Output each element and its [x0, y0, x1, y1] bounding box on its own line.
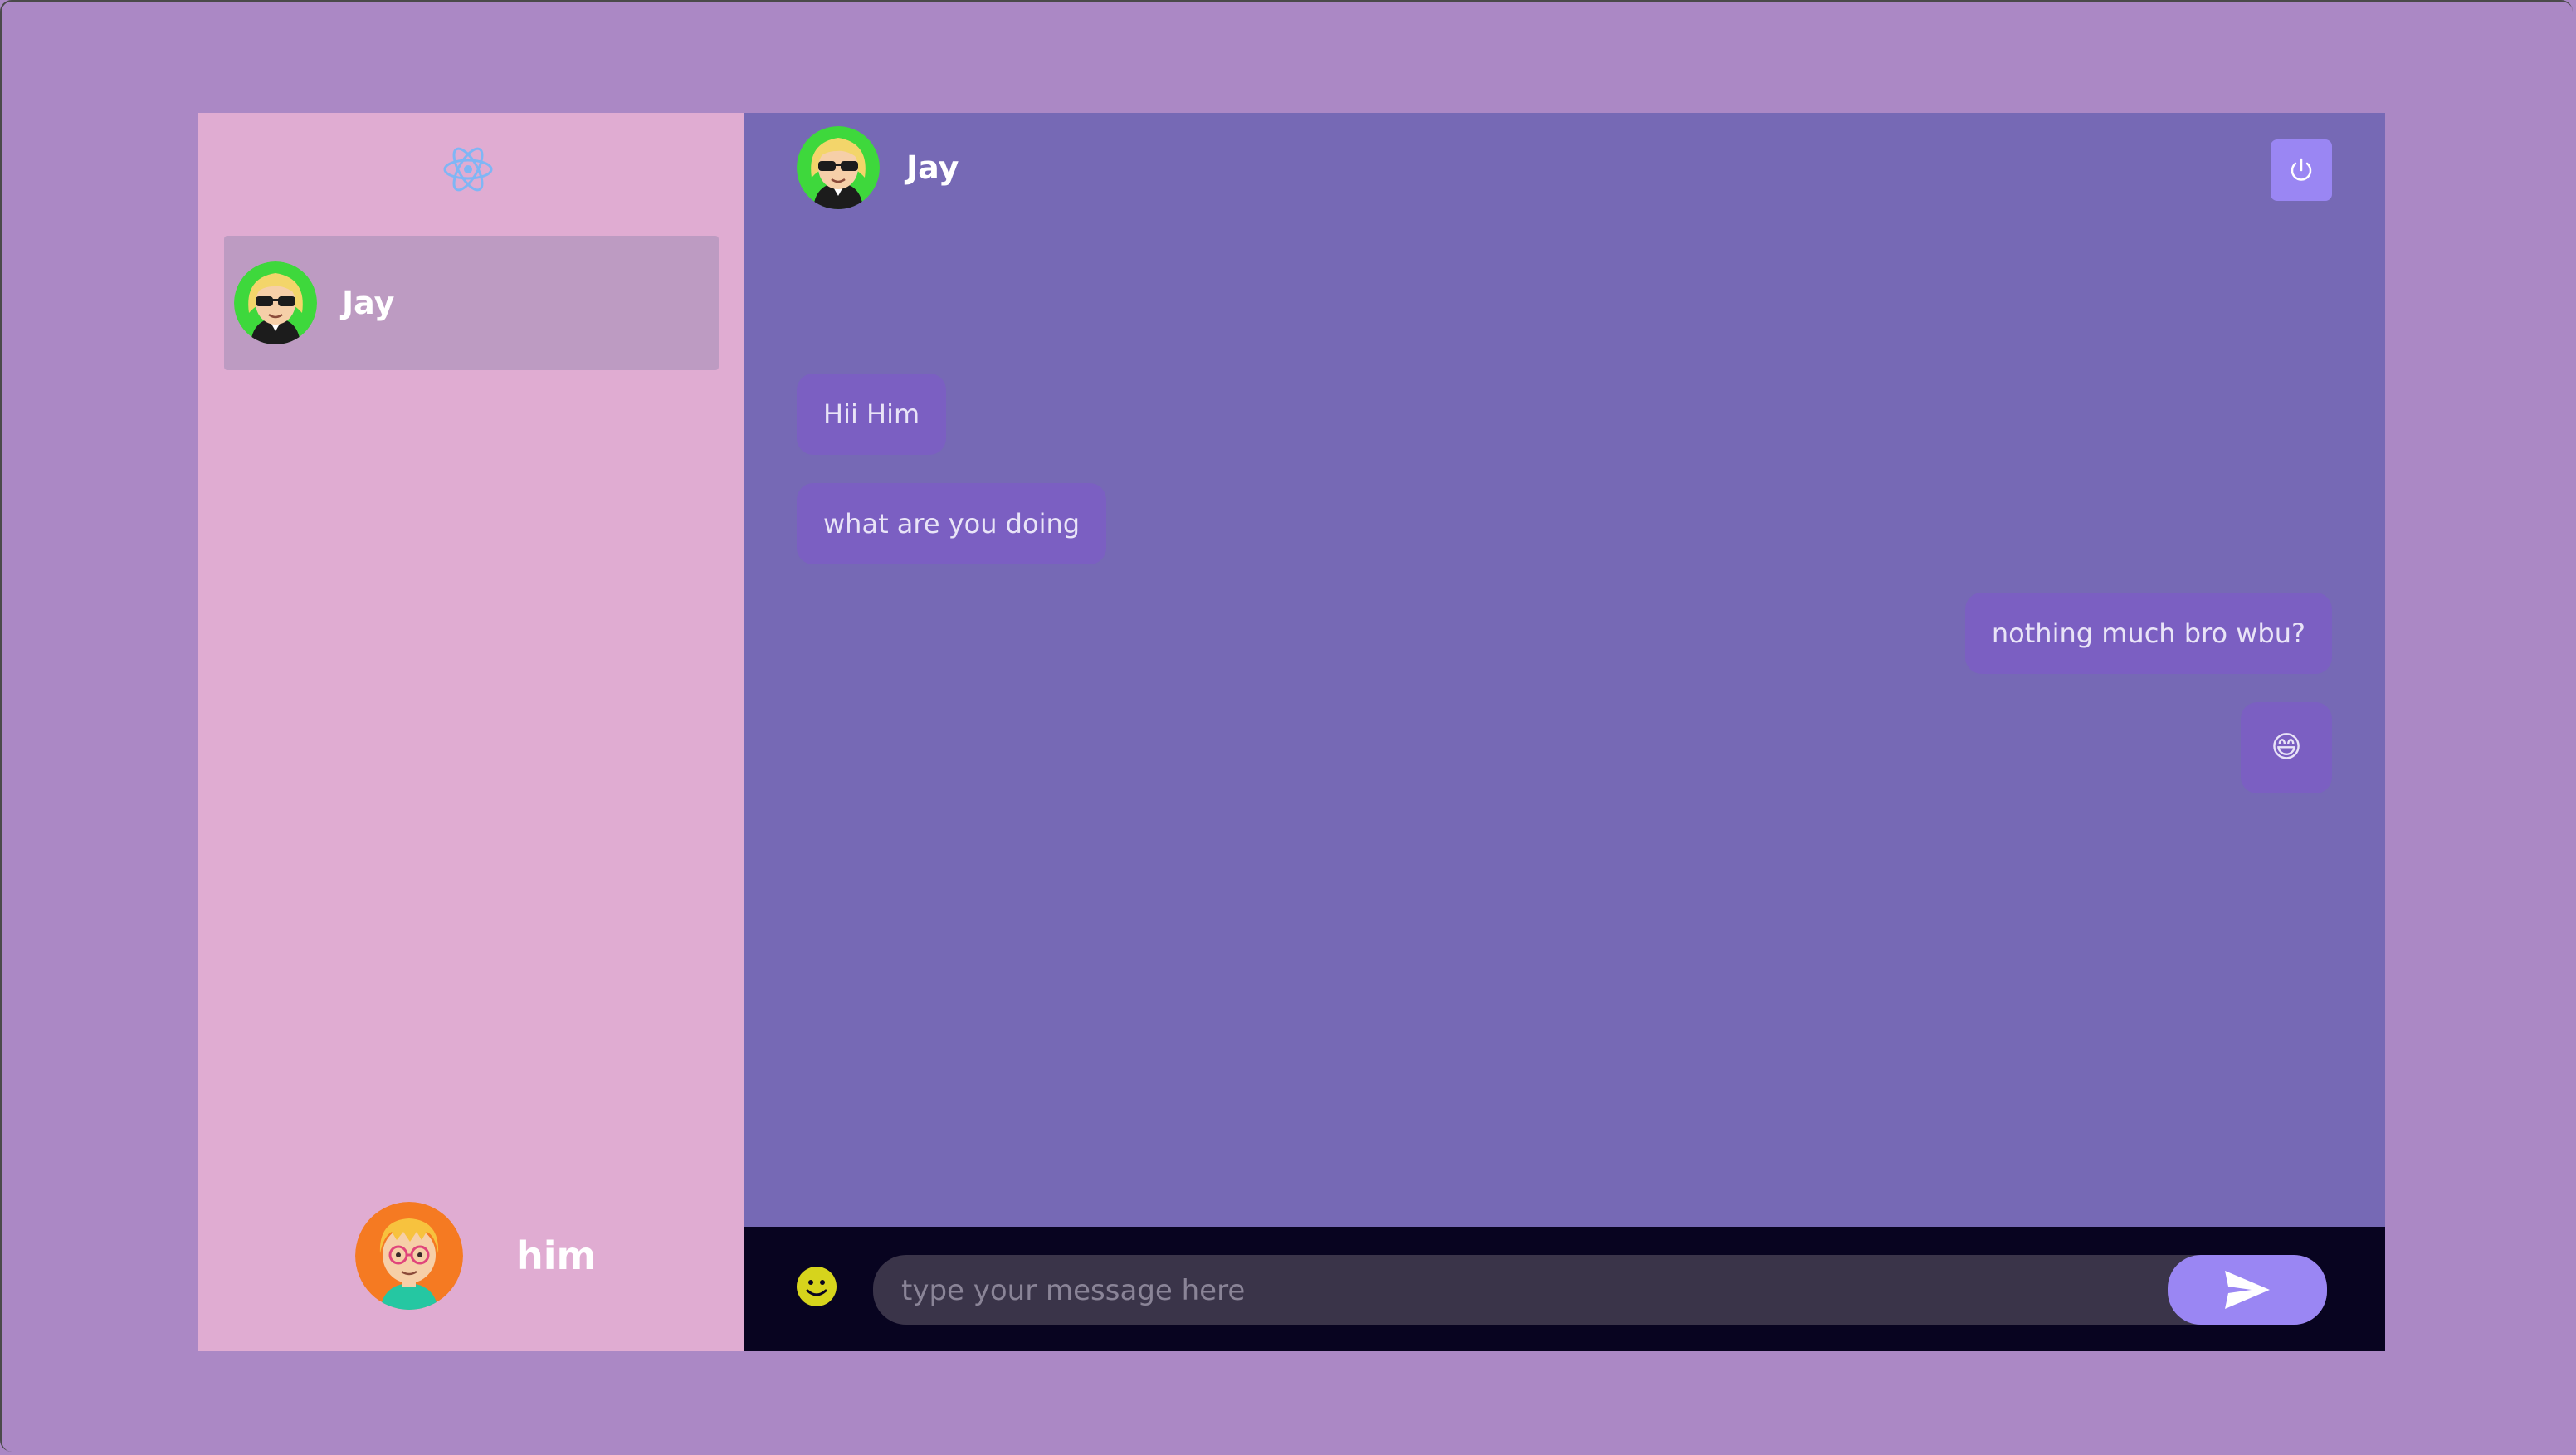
message-bubble-sent: 😄: [2241, 702, 2332, 793]
send-button[interactable]: [2168, 1255, 2327, 1325]
message-bubble-received: what are you doing: [797, 483, 1107, 564]
current-user-name: him: [516, 1233, 597, 1278]
message-input-wrapper: [873, 1255, 2327, 1326]
current-user: him: [355, 1202, 596, 1310]
contact-name: Jay: [342, 285, 395, 321]
avatar: [355, 1202, 463, 1310]
power-icon: [2291, 158, 2312, 181]
contacts-sidebar: Jay him: [198, 113, 744, 1351]
react-logo-icon: [442, 143, 495, 196]
contact-item-jay[interactable]: Jay: [224, 236, 719, 370]
avatar: [797, 126, 880, 209]
chat-header-name: Jay: [906, 149, 959, 186]
send-icon: [2225, 1271, 2270, 1309]
chat-panel: Jay Hii Him what are you doing nothing m…: [744, 113, 2385, 1351]
avatar: [234, 261, 317, 344]
smiley-icon[interactable]: [795, 1265, 838, 1308]
logout-button[interactable]: [2271, 139, 2332, 201]
message-input[interactable]: [900, 1255, 2148, 1326]
message-bubble-sent: nothing much bro wbu?: [1964, 593, 2332, 674]
chat-app: Jay him Jay Hii Him what are you doing n…: [198, 113, 2385, 1351]
chat-header: Jay: [797, 126, 959, 209]
message-input-bar: [744, 1227, 2385, 1351]
message-bubble-received: Hii Him: [797, 374, 947, 455]
